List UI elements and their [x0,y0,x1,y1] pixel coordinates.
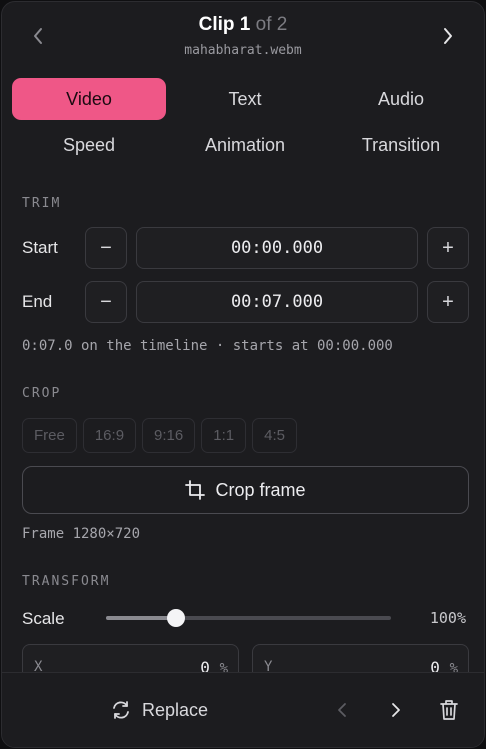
crop-section-label: CROP [22,386,62,401]
tab-text[interactable]: Text [168,78,322,120]
crop-ratio-16-9[interactable]: 16:9 [82,418,137,453]
crop-ratio-9-16[interactable]: 9:16 [142,418,196,453]
crop-icon [185,480,206,500]
scale-slider-fill [106,616,176,620]
scale-label: Scale [22,609,65,628]
end-decrement-button[interactable]: − [85,281,127,323]
tab-animation[interactable]: Animation [168,124,322,166]
clip-inspector-panel: Clip 1 of 2 mahabharat.webm Video Text A… [1,1,485,748]
start-increment-button[interactable]: + [427,227,469,269]
trim-section-label: TRIM [22,196,62,211]
inspector-tabs: Video Text Audio Speed Animation Transit… [12,78,478,166]
replace-button[interactable]: Replace [110,695,208,725]
crop-ratio-free[interactable]: Free [22,418,77,453]
transform-section-label: TRANSFORM [22,574,111,589]
crop-frame-button[interactable]: Crop frame [22,466,469,514]
refresh-icon [113,701,129,719]
clip-filename: mahabharat.webm [184,43,302,58]
crop-ratio-4-5[interactable]: 4:5 [252,418,297,453]
crop-ratio-group: Free 16:9 9:16 1:1 4:5 [22,418,297,453]
tab-speed[interactable]: Speed [12,124,166,166]
end-time-input[interactable]: 00:07.000 [136,281,418,323]
clip-title: Clip 1 of 2 [2,14,484,36]
crop-ratio-1-1[interactable]: 1:1 [201,418,247,453]
trim-hint: 0:07.0 on the timeline · starts at 00:00… [22,338,393,354]
scale-slider[interactable] [106,608,391,628]
start-decrement-button[interactable]: − [85,227,127,269]
frame-size-info: Frame 1280×720 [22,526,141,542]
replace-label: Replace [142,699,209,720]
end-increment-button[interactable]: + [427,281,469,323]
clip-count: of 2 [255,14,288,35]
next-clip-button[interactable] [432,20,464,52]
chevron-left-icon [338,703,346,717]
tab-video[interactable]: Video [12,78,166,120]
trash-icon [440,700,458,720]
start-time-input[interactable]: 00:00.000 [136,227,418,269]
panel-footer: Replace [2,672,484,747]
scale-value: 100% [429,609,466,627]
trim-end-label: End [22,292,53,311]
chevron-right-icon [444,28,452,44]
crop-frame-label: Crop frame [215,479,306,500]
clip-number: Clip 1 [198,14,251,35]
tab-audio[interactable]: Audio [324,78,478,120]
tab-transition[interactable]: Transition [324,124,478,166]
trim-start-label: Start [22,238,58,257]
footer-next-button[interactable] [381,695,411,725]
footer-prev-button[interactable] [327,695,357,725]
delete-clip-button[interactable] [434,695,464,725]
scale-slider-thumb[interactable] [166,609,185,627]
chevron-right-icon [392,703,400,717]
